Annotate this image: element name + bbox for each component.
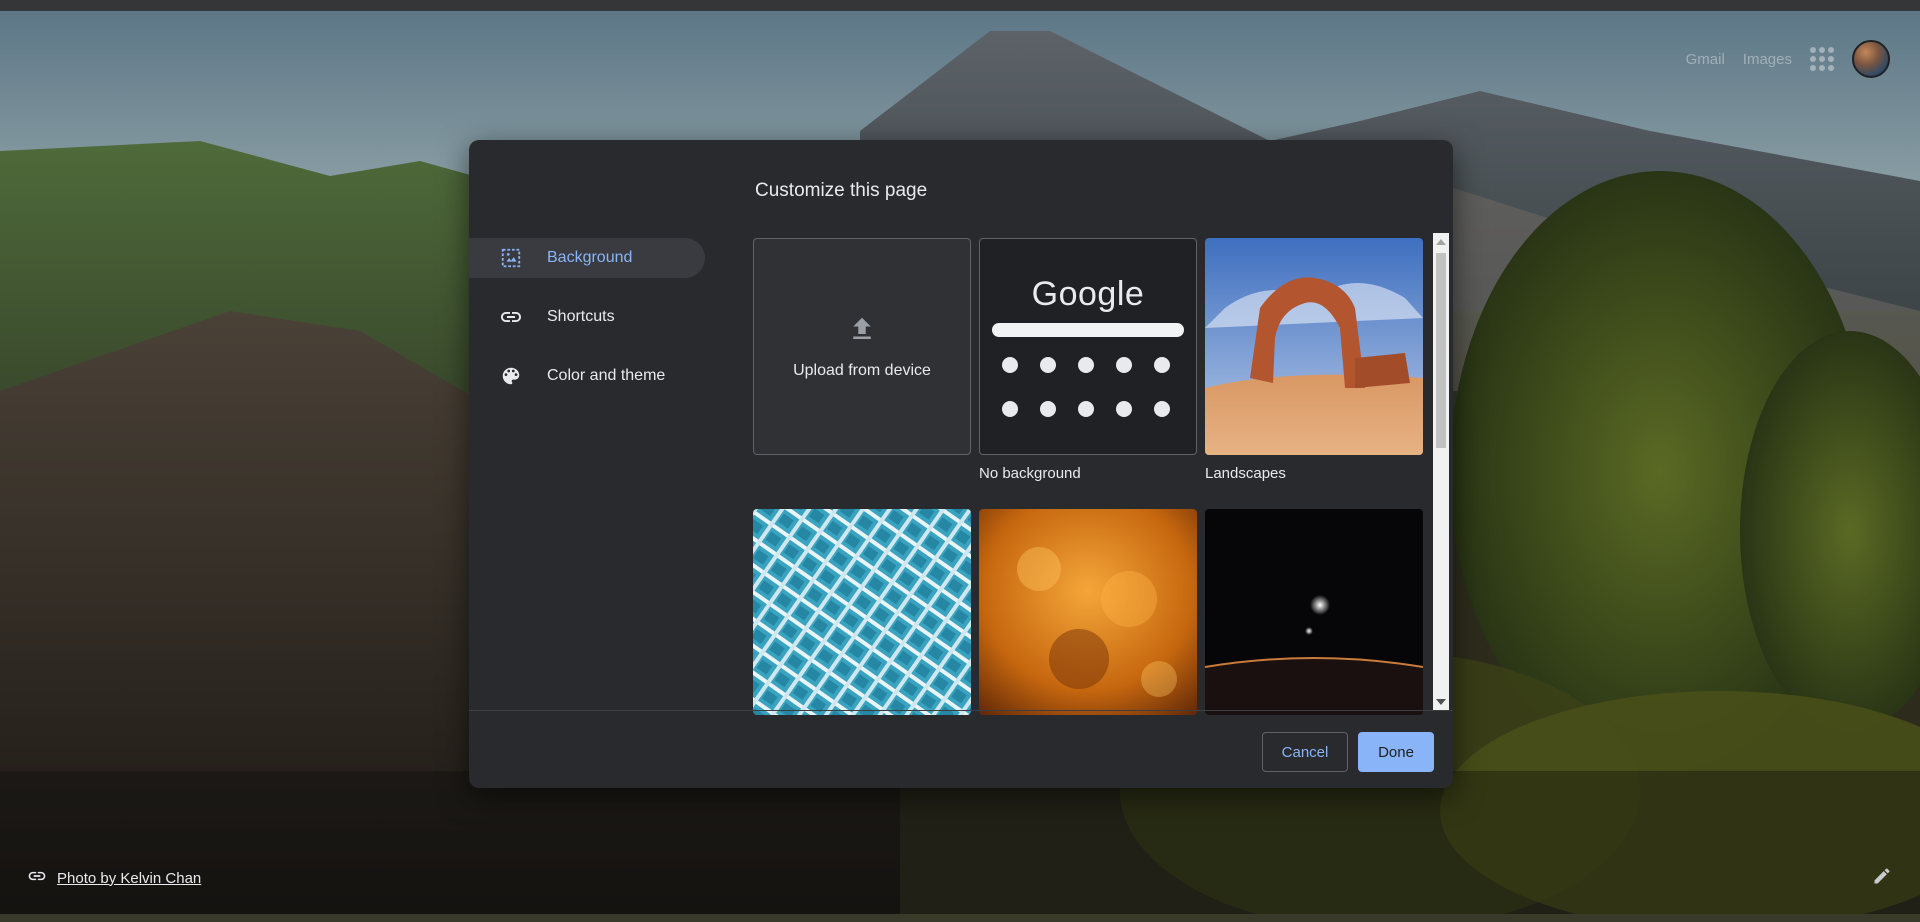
scroll-thumb[interactable] — [1436, 253, 1446, 448]
top-links: Gmail Images — [1686, 40, 1890, 78]
dialog-title: Customize this page — [755, 180, 928, 201]
apps-grid-icon[interactable] — [1810, 47, 1834, 71]
search-bar-preview — [992, 323, 1184, 337]
images-link[interactable]: Images — [1743, 51, 1792, 68]
upload-label: Upload from device — [793, 362, 931, 379]
arch-photo — [1205, 238, 1423, 455]
no-background-tile[interactable]: Google — [979, 238, 1197, 455]
scroll-up-arrow-icon[interactable] — [1436, 239, 1446, 245]
customize-dialog: Customize this page Background Shortcuts… — [469, 140, 1453, 788]
footer-divider — [469, 710, 1453, 711]
account-avatar[interactable] — [1852, 40, 1890, 78]
dialog-sidebar: Background Shortcuts Color and theme — [469, 238, 705, 415]
scroll-down-arrow-icon[interactable] — [1436, 699, 1446, 705]
gmail-link[interactable]: Gmail — [1686, 51, 1725, 68]
amber-texture-photo — [979, 509, 1197, 715]
sidebar-item-shortcuts[interactable]: Shortcuts — [469, 297, 705, 337]
window-top-strip — [0, 0, 1920, 11]
attribution-link[interactable]: Photo by Kelvin Chan — [57, 870, 201, 887]
edit-pencil-icon[interactable] — [1872, 866, 1894, 888]
texture-tile[interactable] — [979, 509, 1197, 715]
sidebar-item-background[interactable]: Background — [469, 238, 705, 278]
space-tile[interactable] — [1205, 509, 1423, 715]
window-bottom-strip — [0, 914, 1920, 922]
link-icon — [499, 305, 523, 329]
link-icon — [27, 866, 47, 890]
google-logo-text: Google — [1031, 275, 1145, 313]
sidebar-item-label: Shortcuts — [547, 308, 615, 325]
landscapes-label: Landscapes — [1205, 465, 1286, 482]
sidebar-item-label: Color and theme — [547, 367, 666, 384]
sidebar-item-color-and-theme[interactable]: Color and theme — [469, 356, 705, 396]
cancel-button[interactable]: Cancel — [1262, 732, 1348, 772]
palette-icon — [499, 364, 523, 388]
grid-scrollbar[interactable] — [1433, 233, 1449, 711]
upload-icon — [847, 313, 877, 350]
upload-from-device-tile[interactable]: Upload from device — [753, 238, 971, 455]
image-icon — [499, 246, 523, 270]
architecture-tile[interactable] — [753, 509, 971, 715]
no-background-label: No background — [979, 465, 1081, 482]
glass-building-photo — [753, 509, 971, 715]
planet-horizon-photo — [1205, 509, 1423, 715]
background-grid: Upload from device Google No background — [753, 238, 1453, 788]
shortcut-dots-preview — [1002, 357, 1182, 417]
landscapes-tile[interactable] — [1205, 238, 1423, 455]
done-button[interactable]: Done — [1358, 732, 1434, 772]
sidebar-item-label: Background — [547, 249, 633, 266]
photo-attribution[interactable]: Photo by Kelvin Chan — [27, 866, 201, 890]
